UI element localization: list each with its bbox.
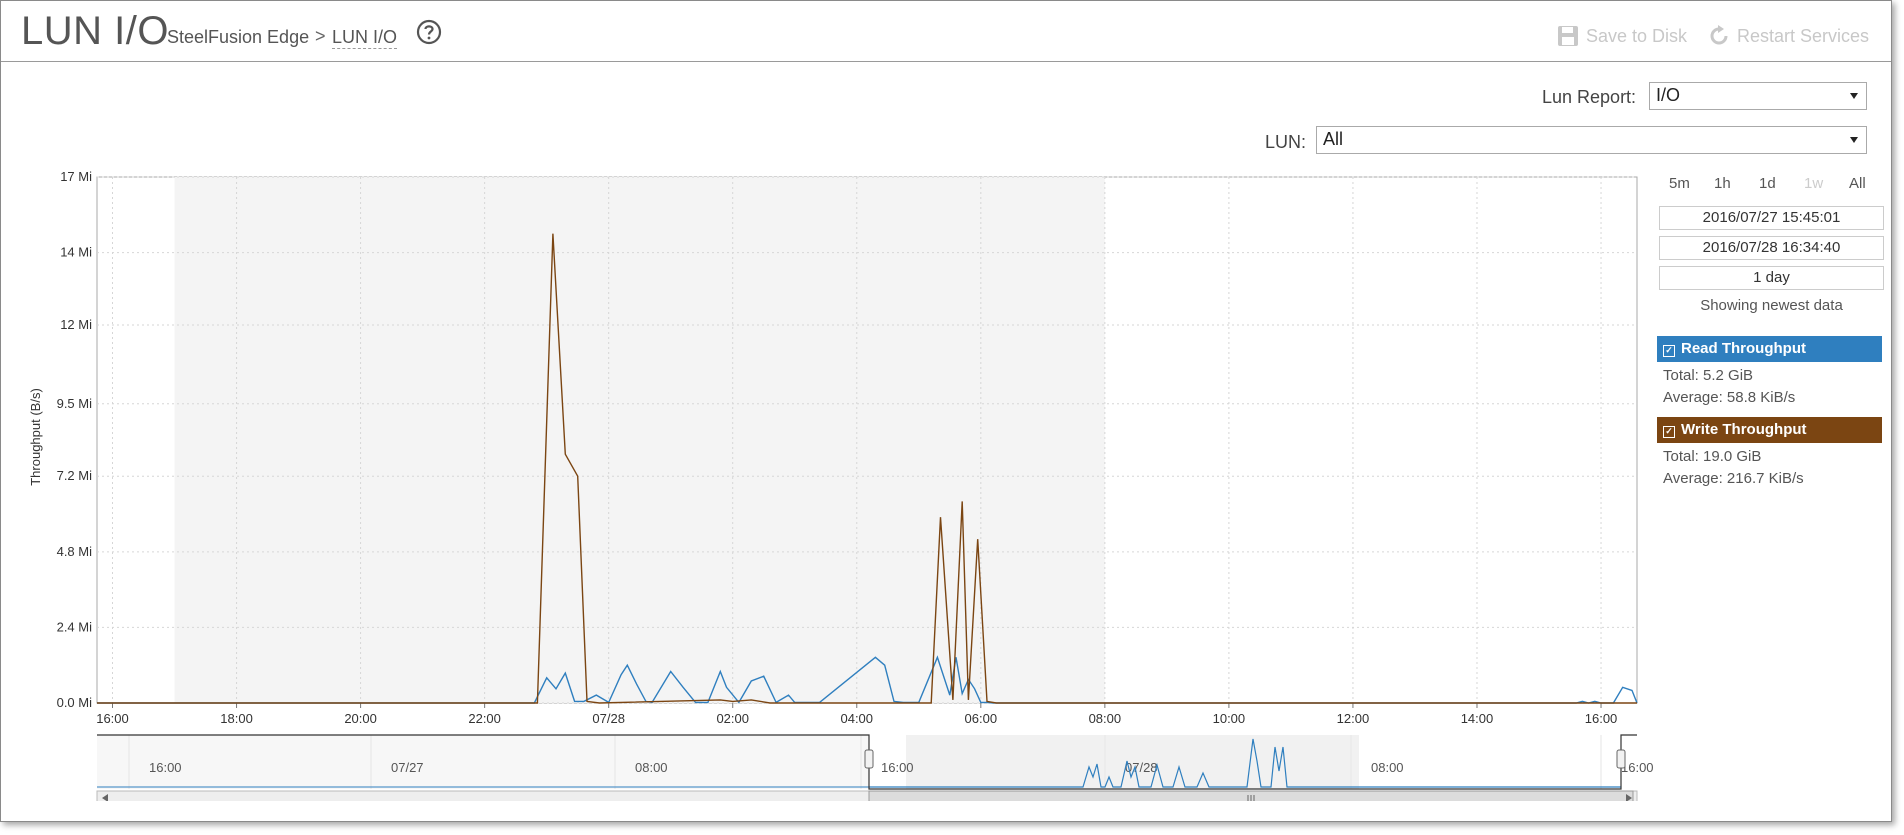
breadcrumb-separator: > (315, 26, 326, 46)
legend-write-toggle[interactable]: ✓ Write Throughput (1657, 417, 1882, 443)
range-1h-button[interactable]: 1h (1714, 175, 1731, 192)
checkbox-icon: ✓ (1663, 345, 1675, 357)
restart-services-button[interactable]: Restart Services (1707, 24, 1869, 48)
range-5m-button[interactable]: 5m (1669, 175, 1690, 192)
app-window: LUN I/O SteelFusion Edge > LUN I/O Save … (0, 0, 1892, 822)
breadcrumb-current: LUN I/O (332, 27, 398, 49)
y-tick-label: 17 Mi (60, 169, 92, 184)
lun-label: LUN: (1265, 132, 1307, 152)
help-icon[interactable] (416, 19, 442, 45)
legend-read-toggle[interactable]: ✓ Read Throughput (1657, 336, 1882, 362)
x-tick-label: 12:00 (1337, 711, 1370, 726)
navigator-tick-label: 07/27 (391, 760, 424, 775)
x-tick-label: 02:00 (716, 711, 749, 726)
x-tick-label: 10:00 (1213, 711, 1246, 726)
navigator-tick-label: 08:00 (635, 760, 668, 775)
legend-write-average: Average: 216.7 KiB/s (1663, 470, 1804, 487)
y-tick-label: 14 Mi (60, 245, 92, 260)
lun-report-label: Lun Report: (1542, 87, 1637, 107)
legend-write-label: Write Throughput (1681, 421, 1807, 438)
x-tick-label: 22:00 (468, 711, 501, 726)
lun-select[interactable]: All (1316, 126, 1867, 154)
navigator-handle-left[interactable] (864, 749, 874, 769)
floppy-disk-icon (1558, 26, 1578, 46)
x-tick-label: 07/28 (592, 711, 625, 726)
x-tick-label: 20:00 (344, 711, 377, 726)
y-axis-label: Throughput (B/s) (28, 388, 43, 486)
restart-icon (1710, 25, 1728, 45)
page-title: LUN I/O (21, 9, 169, 53)
shaded-band (174, 177, 1105, 703)
legend-write-total: Total: 19.0 GiB (1663, 448, 1762, 465)
navigator-mask-left (97, 735, 869, 789)
navigator-tick-label: 16:00 (881, 760, 914, 775)
x-tick-label: 06:00 (965, 711, 998, 726)
x-tick-label: 16:00 (96, 711, 129, 726)
legend-read-label: Read Throughput (1681, 340, 1806, 357)
throughput-chart: 0.0 Mi 2.4 Mi 4.8 Mi 7.2 Mi 9.5 Mi 12 Mi 14 Mi… (28, 169, 1654, 801)
navigator-tick-label: 16:00 (149, 760, 182, 775)
navigator-tick-label: 16:00 (1621, 760, 1654, 775)
y-tick-label: 7.2 Mi (57, 468, 93, 483)
y-tick-label: 9.5 Mi (57, 396, 93, 411)
x-tick-label: 18:00 (220, 711, 253, 726)
chevron-down-icon (1850, 137, 1858, 143)
x-tick-label: 08:00 (1089, 711, 1122, 726)
duration-input[interactable]: 1 day (1659, 266, 1884, 290)
range-1w-button: 1w (1804, 175, 1824, 192)
lun-report-select[interactable]: I/O (1649, 82, 1867, 110)
save-to-disk-label: Save to Disk (1586, 25, 1688, 46)
x-tick-label: 16:00 (1585, 711, 1618, 726)
navigator-handle-right[interactable] (1616, 749, 1626, 769)
lun-value: All (1323, 129, 1344, 149)
y-tick-label: 0.0 Mi (57, 695, 93, 710)
restart-services-label: Restart Services (1737, 25, 1870, 46)
legend-read-average: Average: 58.8 KiB/s (1663, 389, 1796, 406)
page-header: LUN I/O SteelFusion Edge > LUN I/O Save … (1, 1, 1891, 62)
breadcrumb-steelfusion-edge[interactable]: SteelFusion Edge (167, 27, 309, 48)
range-all-button[interactable]: All (1849, 175, 1866, 192)
x-tick-label: 04:00 (840, 711, 873, 726)
chevron-down-icon (1850, 93, 1858, 99)
start-date-input[interactable]: 2016/07/27 15:45:01 (1659, 206, 1884, 230)
y-tick-label: 12 Mi (60, 317, 92, 332)
showing-status: Showing newest data (1700, 297, 1843, 314)
save-to-disk-button[interactable]: Save to Disk (1556, 24, 1687, 48)
lun-report-value: I/O (1656, 85, 1681, 105)
y-tick-label: 4.8 Mi (57, 544, 93, 559)
checkbox-icon: ✓ (1663, 426, 1675, 438)
x-tick-label: 14:00 (1461, 711, 1494, 726)
navigator-tick-label: 08:00 (1371, 760, 1404, 775)
end-date-input[interactable]: 2016/07/28 16:34:40 (1659, 236, 1884, 260)
legend-read-total: Total: 5.2 GiB (1663, 367, 1754, 384)
y-tick-label: 2.4 Mi (57, 619, 93, 634)
range-1d-button[interactable]: 1d (1759, 175, 1776, 192)
